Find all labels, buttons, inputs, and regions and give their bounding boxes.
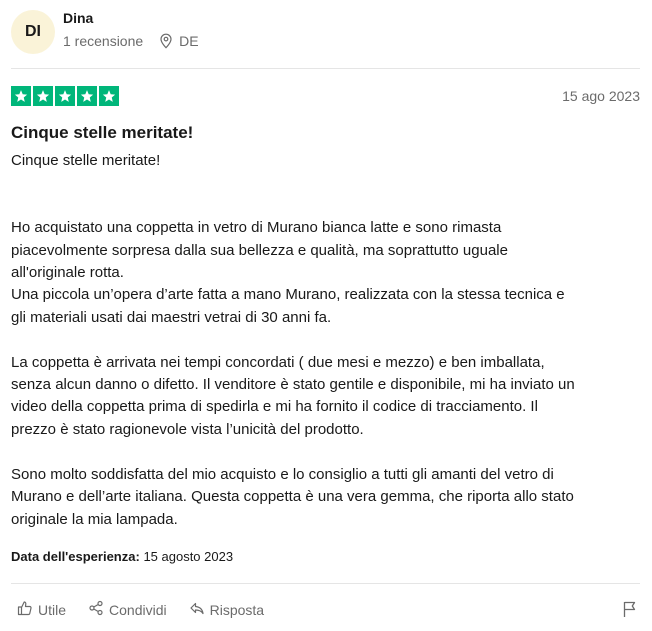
experience-date-value: 15 agosto 2023 (143, 549, 234, 564)
reply-label: Risposta (209, 601, 265, 618)
review-body-text: Cinque stelle meritate! Ho acquistato un… (11, 152, 575, 528)
star-icon (99, 86, 119, 106)
star-rating (11, 86, 119, 106)
star-icon (55, 86, 75, 106)
reviewer-name[interactable]: Dina (63, 10, 93, 26)
avatar-initials: DI (25, 23, 41, 40)
report-button[interactable] (622, 600, 638, 623)
thumbs-up-icon (17, 600, 38, 619)
star-icon (11, 86, 31, 106)
review-body: Cinque stelle meritate! Ho acquistato un… (11, 150, 631, 531)
footer-divider (11, 583, 640, 584)
star-icon (33, 86, 53, 106)
reply-icon (189, 600, 210, 619)
star-icon (77, 86, 97, 106)
share-label: Condividi (109, 601, 167, 618)
share-icon (88, 600, 109, 619)
review-title: Cinque stelle meritate! (11, 123, 194, 142)
reply-button[interactable]: Risposta (189, 600, 264, 619)
flag-icon (622, 601, 638, 622)
like-button[interactable]: Utile (17, 600, 66, 619)
experience-label: Data dell'esperienza: (11, 549, 140, 564)
review-actions: Utile Condividi Risposta (17, 600, 286, 619)
map-pin-icon (159, 33, 173, 49)
review-count: 1 recensione (63, 33, 144, 49)
header-divider (11, 68, 640, 69)
reviewer-country: DE (179, 33, 199, 49)
like-label: Utile (38, 601, 67, 618)
avatar[interactable]: DI (11, 10, 55, 54)
reviewer-meta: 1 recensione DE (63, 33, 199, 49)
experience-date: Data dell'esperienza: 15 agosto 2023 (11, 549, 233, 564)
review-date: 15 ago 2023 (562, 88, 640, 104)
share-button[interactable]: Condividi (88, 600, 167, 619)
